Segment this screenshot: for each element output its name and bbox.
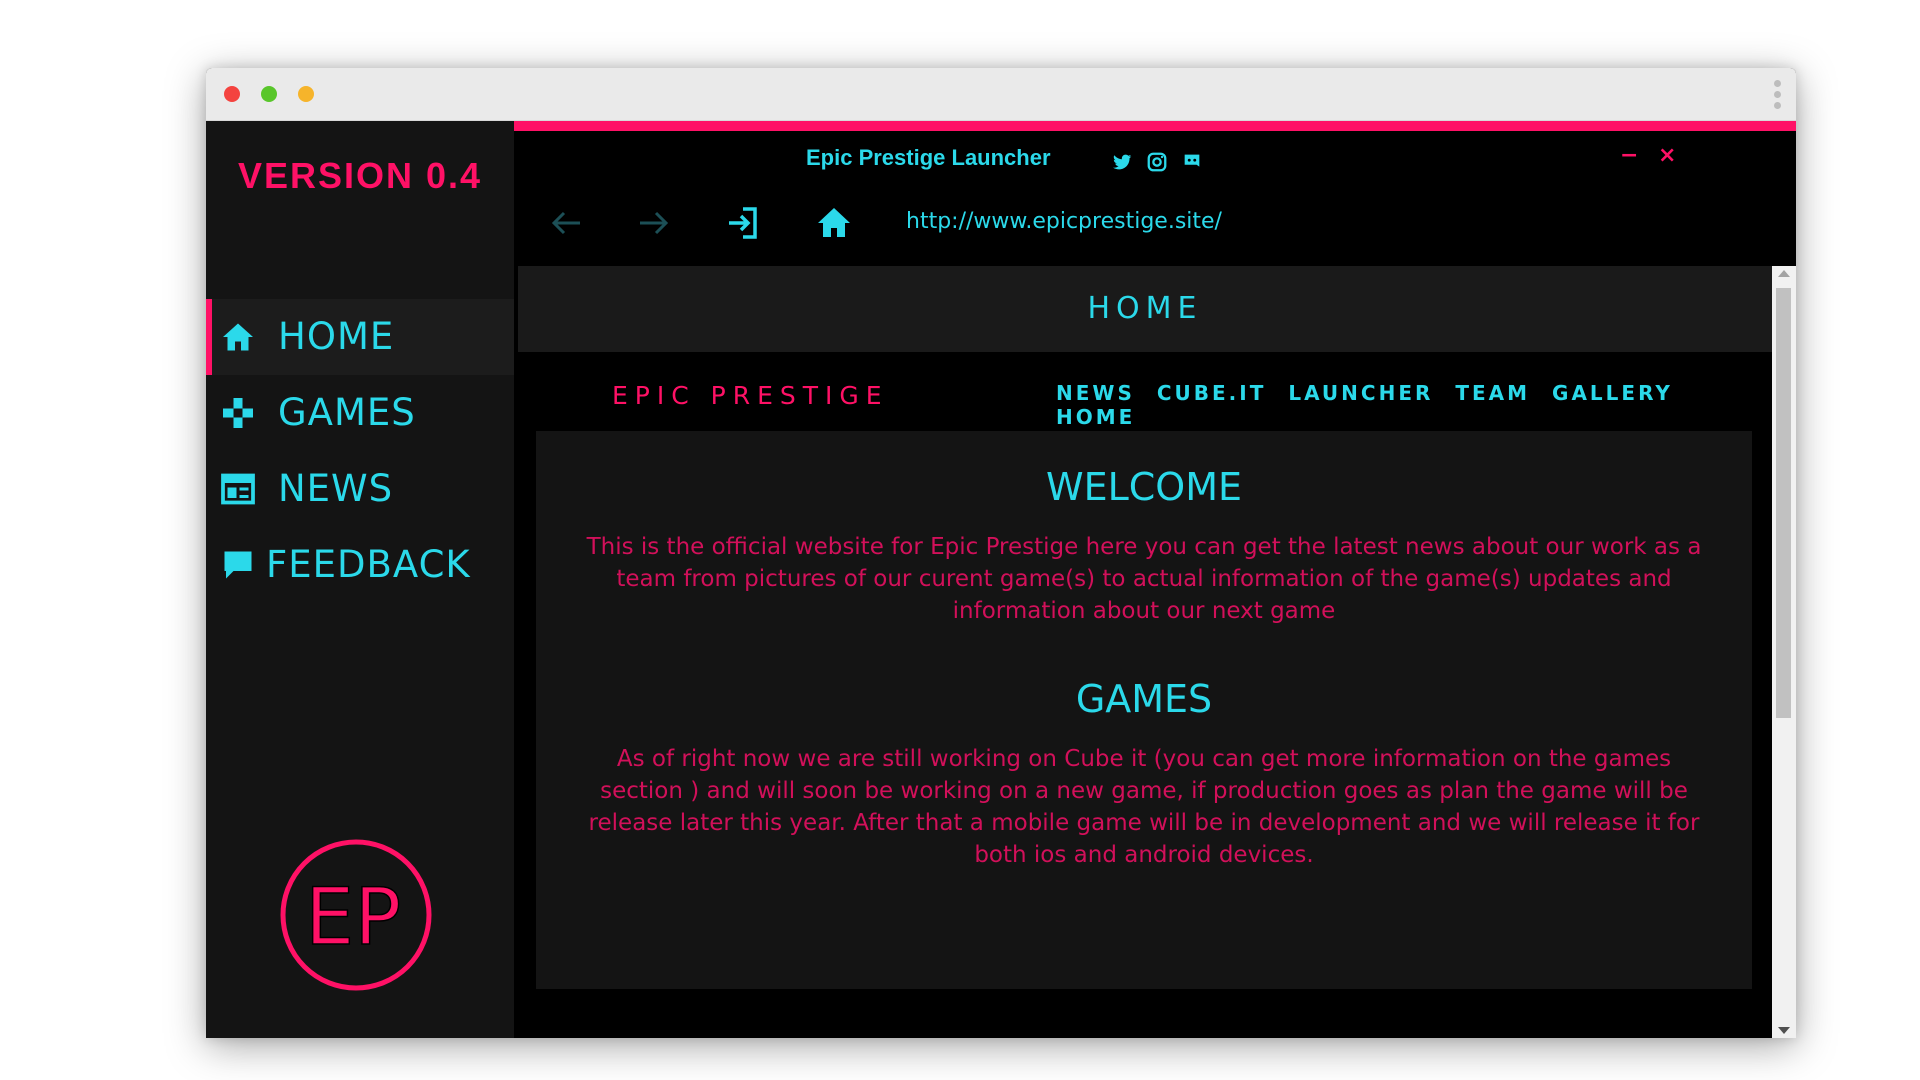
back-arrow-icon[interactable] (546, 203, 586, 243)
sidebar-item-games[interactable]: GAMES (206, 375, 514, 451)
discord-icon[interactable] (1181, 151, 1203, 173)
ep-logo: EP (280, 839, 432, 991)
close-window-dot[interactable] (224, 86, 240, 102)
sidebar-item-label: HOME (278, 315, 395, 358)
launcher-app: VERSION 0.4 HOME GAMES NEWS FEEDBACK EP … (206, 121, 1796, 1038)
login-icon[interactable] (723, 203, 763, 243)
scroll-down-icon[interactable] (1778, 1027, 1790, 1034)
close-button[interactable]: × (1658, 143, 1676, 168)
twitter-icon[interactable] (1111, 151, 1133, 173)
app-title: Epic Prestige Launcher (806, 145, 1051, 170)
news-icon (221, 473, 255, 505)
welcome-text: This is the official website for Epic Pr… (586, 534, 1702, 624)
content-panel: WELCOME This is the official website for… (536, 431, 1752, 989)
browser-chrome (206, 68, 1796, 121)
active-indicator (206, 299, 212, 375)
menu-item-cube-it[interactable]: CUBE.IT (1157, 381, 1267, 405)
sidebar: VERSION 0.4 HOME GAMES NEWS FEEDBACK EP (206, 121, 514, 1038)
sidebar-item-label: GAMES (278, 391, 416, 434)
menu-item-home[interactable]: HOME (1056, 405, 1135, 429)
sidebar-item-news[interactable]: NEWS (206, 451, 514, 527)
maximize-window-dot[interactable] (298, 86, 314, 102)
web-content: HOME EPIC PRESTIGE NEWS CUBE.IT LAUNCHER… (518, 266, 1772, 1038)
url-bar[interactable]: http://www.epicprestige.site/ (906, 209, 1222, 234)
menu-item-launcher[interactable]: LAUNCHER (1288, 381, 1433, 405)
menu-item-news[interactable]: NEWS (1056, 381, 1135, 405)
minimize-window-dot[interactable] (261, 86, 277, 102)
site-menu: NEWS CUBE.IT LAUNCHER TEAM GALLERY HOME (1056, 381, 1772, 429)
page-header: HOME (518, 266, 1772, 352)
sidebar-item-feedback[interactable]: FEEDBACK (206, 527, 514, 603)
gamepad-icon (223, 398, 253, 428)
browser-window: VERSION 0.4 HOME GAMES NEWS FEEDBACK EP … (206, 68, 1796, 1038)
version-label: VERSION 0.4 (237, 155, 483, 196)
sidebar-item-label: FEEDBACK (266, 543, 471, 586)
site-brand[interactable]: EPIC PRESTIGE (612, 381, 889, 410)
forward-arrow-icon[interactable] (634, 203, 674, 243)
sidebar-item-label: NEWS (278, 467, 394, 510)
scrollbar[interactable] (1772, 266, 1796, 1038)
welcome-heading: WELCOME (1046, 465, 1242, 509)
games-heading: GAMES (1075, 677, 1213, 721)
accent-top-bar (514, 121, 1796, 131)
minimize-button[interactable]: − (1620, 143, 1638, 168)
sidebar-item-home[interactable]: HOME (206, 299, 514, 375)
scroll-up-icon[interactable] (1778, 270, 1790, 277)
home-nav-icon[interactable] (814, 203, 854, 243)
scrollbar-thumb[interactable] (1776, 288, 1791, 718)
menu-item-gallery[interactable]: GALLERY (1552, 381, 1673, 405)
menu-item-team[interactable]: TEAM (1455, 381, 1530, 405)
feedback-icon (224, 551, 252, 579)
svg-text:EP: EP (305, 873, 401, 963)
more-menu-icon[interactable] (1774, 80, 1782, 110)
home-icon (223, 323, 253, 351)
games-text: As of right now we are still working on … (588, 746, 1700, 868)
instagram-icon[interactable] (1146, 151, 1168, 173)
